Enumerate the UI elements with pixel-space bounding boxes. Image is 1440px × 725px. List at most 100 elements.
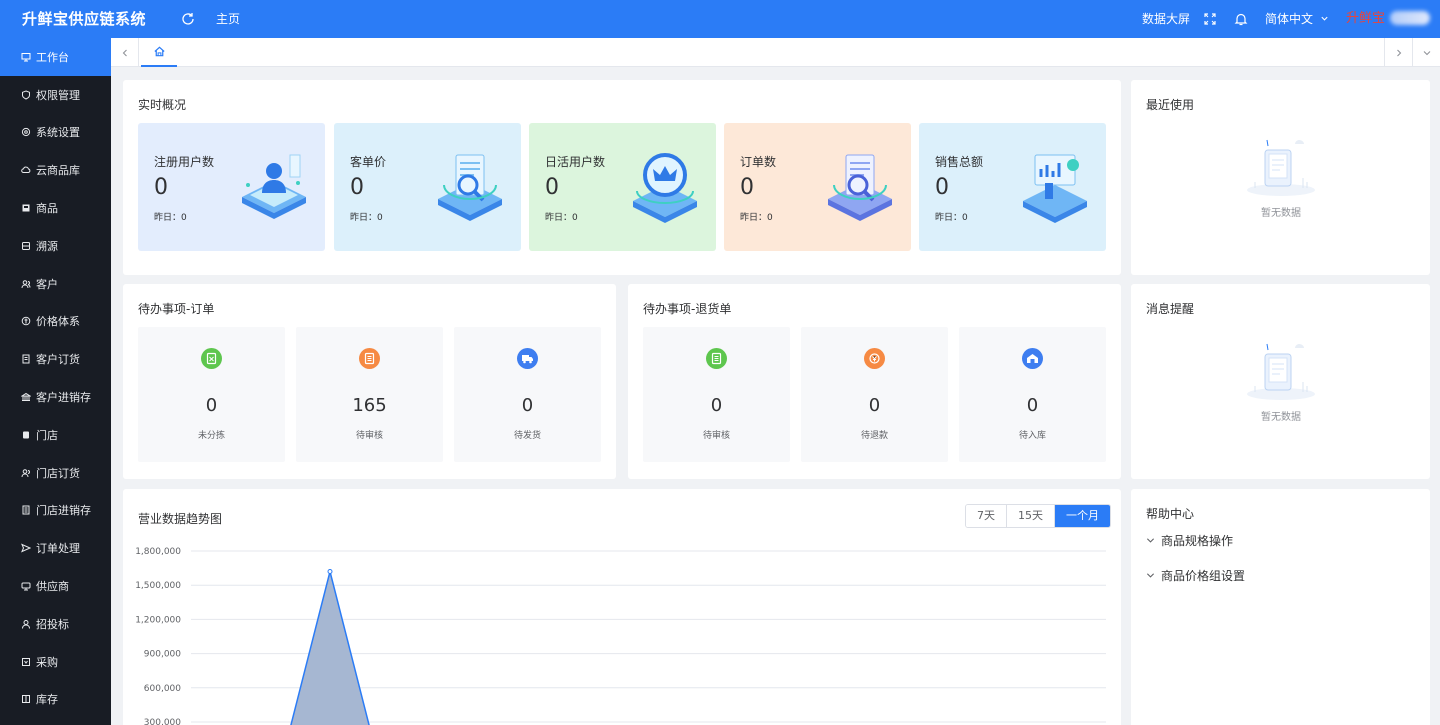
- stat-label: 日活用户数: [545, 155, 606, 169]
- send-icon: [21, 543, 31, 553]
- sidebar-item-customer-inventory[interactable]: 客户进销存: [0, 378, 111, 416]
- sidebar-item-stock[interactable]: 库存: [0, 681, 111, 719]
- order-search-illustration-icon: [828, 154, 892, 221]
- todo-value: 0: [868, 395, 881, 416]
- trend-card: 营业数据趋势图 7天 15天 一个月 1,800,000 1,500,000 1,2…: [123, 489, 1121, 725]
- y-tick-label: 900,000: [144, 650, 181, 660]
- tab-scroll-left[interactable]: [111, 38, 139, 67]
- trend-title: 营业数据趋势图: [138, 512, 223, 526]
- sidebar-item-supplier[interactable]: 供应商: [0, 567, 111, 605]
- data-screen-link[interactable]: 数据大屏: [1142, 0, 1190, 38]
- stat-yesterday: 昨日：0: [350, 213, 383, 223]
- todo-unsorted[interactable]: 0 未分拣: [138, 327, 285, 462]
- sidebar-item-label: 门店进销存: [36, 504, 91, 518]
- todo-value: 165: [352, 395, 387, 416]
- sidebar-item-label: 订单处理: [36, 542, 80, 556]
- trend-area: [290, 571, 370, 725]
- messages-empty-text: 暂无数据: [1261, 412, 1301, 423]
- stat-avg-order-price[interactable]: 客单价 0 昨日：0: [334, 123, 521, 251]
- messages-card: 消息提醒 暂无数据: [1131, 284, 1430, 479]
- refresh-icon[interactable]: [180, 11, 196, 27]
- tab-scroll-right[interactable]: [1384, 38, 1412, 67]
- stat-sales-total[interactable]: 销售总额 0 昨日：0: [919, 123, 1106, 251]
- sidebar-item-trace[interactable]: 溯源: [0, 227, 111, 265]
- tab-bar: [111, 38, 1440, 67]
- chevron-down-icon: [1146, 538, 1155, 543]
- sidebar-item-store-inventory[interactable]: 门店进销存: [0, 492, 111, 530]
- fullscreen-icon[interactable]: [1203, 12, 1217, 26]
- range-7-days[interactable]: 7天: [966, 505, 1007, 527]
- avatar[interactable]: [1390, 11, 1430, 25]
- order-icon: [22, 354, 30, 364]
- store-icon: [23, 431, 29, 439]
- bell-icon[interactable]: [1234, 12, 1248, 26]
- sidebar-item-label: 客户进销存: [36, 391, 91, 405]
- sales-chart-illustration-icon: [1023, 154, 1087, 223]
- sidebar-item-permissions[interactable]: 权限管理: [0, 76, 111, 114]
- todo-label: 待入库: [1018, 431, 1046, 441]
- todo-return-refund[interactable]: 0 待退款: [801, 327, 948, 462]
- gear-icon: [21, 128, 31, 137]
- sidebar-item-store[interactable]: 门店: [0, 416, 111, 454]
- stat-order-count[interactable]: 订单数 0 昨日：0: [724, 123, 911, 251]
- stat-yesterday: 昨日：0: [545, 213, 578, 223]
- todo-pending-shipment[interactable]: 0 待发货: [454, 327, 601, 462]
- todo-value: 0: [1026, 395, 1039, 416]
- todo-pending-review[interactable]: 165 待审核: [296, 327, 443, 462]
- y-tick-label: 300,000: [144, 718, 181, 725]
- crown-illustration-icon: [633, 153, 697, 223]
- stat-yesterday: 昨日：0: [740, 213, 773, 223]
- overview-card: 实时概况 注册用户数 0 昨日：0 客单价 0 昨日：0 日活用户数 0 昨日：…: [123, 80, 1121, 275]
- sidebar-item-cloud-goods[interactable]: 云商品库: [0, 151, 111, 189]
- recent-empty-text: 暂无数据: [1261, 208, 1301, 219]
- top-header: 升鲜宝供应链系统 主页 数据大屏 简体中文 升鲜宝: [0, 0, 1440, 38]
- stat-registered-users[interactable]: 注册用户数 0 昨日：0: [138, 123, 325, 251]
- supplier-icon: [21, 582, 31, 591]
- sidebar-item-order-processing[interactable]: 订单处理: [0, 529, 111, 567]
- todo-return-stock-in[interactable]: 0 待入库: [959, 327, 1106, 462]
- language-label: 简体中文: [1265, 12, 1314, 26]
- recent-title: 最近使用: [1146, 98, 1195, 112]
- sidebar-item-purchase[interactable]: 采购: [0, 643, 111, 681]
- monitor-icon: [21, 52, 31, 62]
- range-one-month[interactable]: 一个月: [1055, 505, 1110, 527]
- review-doc-icon: [359, 348, 380, 369]
- sidebar-item-store-order[interactable]: 门店订货: [0, 454, 111, 492]
- chevron-down-icon: [1146, 573, 1155, 578]
- stat-value: 0: [545, 175, 559, 200]
- sidebar-item-label: 溯源: [36, 239, 58, 253]
- refund-icon: [864, 348, 885, 369]
- language-select[interactable]: 简体中文: [1265, 0, 1329, 38]
- sidebar-item-settings[interactable]: 系统设置: [0, 114, 111, 152]
- todo-return-review[interactable]: 0 待审核: [643, 327, 790, 462]
- help-item-label: 商品价格组设置: [1161, 569, 1246, 583]
- stat-label: 销售总额: [935, 155, 984, 169]
- price-icon: [21, 317, 31, 326]
- range-15-days[interactable]: 15天: [1007, 505, 1055, 527]
- range-selector: 7天 15天 一个月: [965, 504, 1111, 528]
- todo-label: 未分拣: [197, 431, 225, 441]
- bank-icon: [21, 392, 31, 402]
- tab-menu-dropdown[interactable]: [1412, 38, 1440, 67]
- help-item-spec[interactable]: 商品规格操作: [1146, 532, 1233, 549]
- user-name[interactable]: 升鲜宝: [1346, 0, 1385, 38]
- sidebar-item-goods[interactable]: 商品: [0, 189, 111, 227]
- sidebar-item-bidding[interactable]: 招投标: [0, 605, 111, 643]
- home-link[interactable]: 主页: [216, 0, 240, 38]
- messages-title: 消息提醒: [1146, 302, 1195, 316]
- sidebar-item-workbench[interactable]: 工作台: [0, 38, 111, 76]
- stat-daily-active-users[interactable]: 日活用户数 0 昨日：0: [529, 123, 716, 251]
- todo-label: 待审核: [702, 431, 730, 441]
- tab-home[interactable]: [141, 38, 177, 67]
- trend-point[interactable]: [327, 569, 333, 575]
- todo-value: 0: [205, 395, 218, 416]
- y-tick-label: 600,000: [144, 684, 181, 694]
- sidebar-item-price[interactable]: 价格体系: [0, 303, 111, 341]
- sidebar-item-label: 商品: [36, 202, 58, 216]
- sidebar-item-customer[interactable]: 客户: [0, 265, 111, 303]
- sidebar-item-customer-order[interactable]: 客户订货: [0, 340, 111, 378]
- help-item-price-group[interactable]: 商品价格组设置: [1146, 567, 1245, 584]
- todo-value: 0: [710, 395, 723, 416]
- stat-value: 0: [935, 175, 949, 200]
- todo-value: 0: [521, 395, 534, 416]
